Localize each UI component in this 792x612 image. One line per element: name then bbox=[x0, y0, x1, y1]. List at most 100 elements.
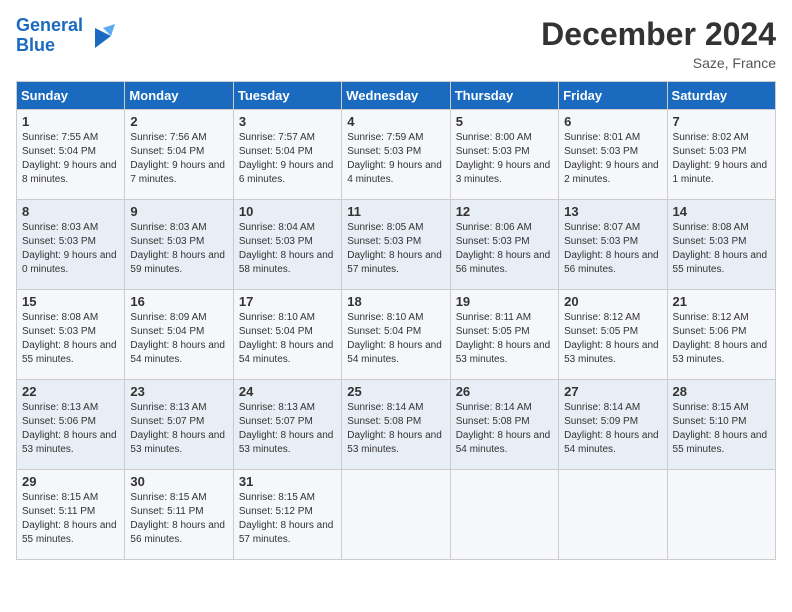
calendar-cell: 2 Sunrise: 7:56 AMSunset: 5:04 PMDaylight… bbox=[125, 110, 233, 200]
calendar-cell: 1Sunrise: 7:55 AMSunset: 5:04 PMDaylight… bbox=[17, 110, 125, 200]
day-info: Sunrise: 8:12 AMSunset: 5:05 PMDaylight:… bbox=[564, 312, 659, 365]
calendar-cell bbox=[342, 470, 450, 560]
day-info: Sunrise: 8:07 AMSunset: 5:03 PMDaylight:… bbox=[564, 222, 659, 275]
day-info: Sunrise: 8:11 AMSunset: 5:05 PMDaylight:… bbox=[456, 312, 551, 365]
page-header: General Blue December 2024 Saze, France bbox=[16, 16, 776, 71]
day-info: Sunrise: 8:13 AMSunset: 5:07 PMDaylight:… bbox=[130, 402, 225, 455]
day-info: Sunrise: 8:12 AMSunset: 5:06 PMDaylight:… bbox=[673, 312, 768, 365]
day-info: Sunrise: 8:06 AMSunset: 5:03 PMDaylight:… bbox=[456, 222, 551, 275]
calendar-cell: 30Sunrise: 8:15 AMSunset: 5:11 PMDayligh… bbox=[125, 470, 233, 560]
day-info: Sunrise: 8:15 AMSunset: 5:12 PMDaylight:… bbox=[239, 492, 334, 545]
day-info: Sunrise: 8:09 AMSunset: 5:04 PMDaylight:… bbox=[130, 312, 225, 365]
day-number: 20 bbox=[564, 294, 661, 309]
col-monday: Monday bbox=[125, 82, 233, 110]
day-info: Sunrise: 8:01 AMSunset: 5:03 PMDaylight:… bbox=[564, 132, 659, 185]
day-number: 23 bbox=[130, 384, 227, 399]
day-number: 24 bbox=[239, 384, 336, 399]
day-number: 28 bbox=[673, 384, 770, 399]
day-info: Sunrise: 8:15 AMSunset: 5:11 PMDaylight:… bbox=[22, 492, 117, 545]
calendar-cell: 20 Sunrise: 8:12 AMSunset: 5:05 PMDayligh… bbox=[559, 290, 667, 380]
day-number: 3 bbox=[239, 114, 336, 129]
day-number: 5 bbox=[456, 114, 553, 129]
calendar-cell: 12 Sunrise: 8:06 AMSunset: 5:03 PMDayligh… bbox=[450, 200, 558, 290]
calendar-cell: 5 Sunrise: 8:00 AMSunset: 5:03 PMDaylight… bbox=[450, 110, 558, 200]
calendar-cell: 19 Sunrise: 8:11 AMSunset: 5:05 PMDayligh… bbox=[450, 290, 558, 380]
location: Saze, France bbox=[541, 55, 776, 71]
day-number: 4 bbox=[347, 114, 444, 129]
day-info: Sunrise: 8:10 AMSunset: 5:04 PMDaylight:… bbox=[347, 312, 442, 365]
calendar-row: 22 Sunrise: 8:13 AMSunset: 5:06 PMDayligh… bbox=[17, 380, 776, 470]
calendar-row: 29 Sunrise: 8:15 AMSunset: 5:11 PMDayligh… bbox=[17, 470, 776, 560]
day-number: 29 bbox=[22, 474, 119, 489]
calendar-cell: 10 Sunrise: 8:04 AMSunset: 5:03 PMDayligh… bbox=[233, 200, 341, 290]
day-info: Sunrise: 8:14 AMSunset: 5:09 PMDaylight:… bbox=[564, 402, 659, 455]
calendar-cell: 28Sunrise: 8:15 AMSunset: 5:10 PMDayligh… bbox=[667, 380, 775, 470]
day-number: 26 bbox=[456, 384, 553, 399]
day-number: 27 bbox=[564, 384, 661, 399]
calendar-cell bbox=[667, 470, 775, 560]
day-number: 8 bbox=[22, 204, 119, 219]
day-number: 15 bbox=[22, 294, 119, 309]
calendar-row: 8 Sunrise: 8:03 AMSunset: 5:03 PMDaylight… bbox=[17, 200, 776, 290]
day-number: 18 bbox=[347, 294, 444, 309]
day-info: Sunrise: 8:05 AMSunset: 5:03 PMDaylight:… bbox=[347, 222, 442, 275]
calendar-cell: 17Sunrise: 8:10 AMSunset: 5:04 PMDayligh… bbox=[233, 290, 341, 380]
calendar-row: 15 Sunrise: 8:08 AMSunset: 5:03 PMDayligh… bbox=[17, 290, 776, 380]
day-info: Sunrise: 7:56 AMSunset: 5:04 PMDaylight:… bbox=[130, 132, 225, 185]
col-thursday: Thursday bbox=[450, 82, 558, 110]
calendar-cell: 15 Sunrise: 8:08 AMSunset: 5:03 PMDayligh… bbox=[17, 290, 125, 380]
day-info: Sunrise: 8:00 AMSunset: 5:03 PMDaylight:… bbox=[456, 132, 551, 185]
day-info: Sunrise: 7:59 AMSunset: 5:03 PMDaylight:… bbox=[347, 132, 442, 185]
day-number: 14 bbox=[673, 204, 770, 219]
col-sunday: Sunday bbox=[17, 82, 125, 110]
day-number: 21 bbox=[673, 294, 770, 309]
title-block: December 2024 Saze, France bbox=[541, 16, 776, 71]
calendar-cell: 25 Sunrise: 8:14 AMSunset: 5:08 PMDayligh… bbox=[342, 380, 450, 470]
header-row: Sunday Monday Tuesday Wednesday Thursday… bbox=[17, 82, 776, 110]
calendar-cell: 8 Sunrise: 8:03 AMSunset: 5:03 PMDaylight… bbox=[17, 200, 125, 290]
calendar-row: 1Sunrise: 7:55 AMSunset: 5:04 PMDaylight… bbox=[17, 110, 776, 200]
day-info: Sunrise: 8:04 AMSunset: 5:03 PMDaylight:… bbox=[239, 222, 334, 275]
calendar-cell: 9Sunrise: 8:03 AMSunset: 5:03 PMDaylight… bbox=[125, 200, 233, 290]
calendar-cell: 3Sunrise: 7:57 AMSunset: 5:04 PMDaylight… bbox=[233, 110, 341, 200]
day-number: 22 bbox=[22, 384, 119, 399]
day-info: Sunrise: 8:14 AMSunset: 5:08 PMDaylight:… bbox=[347, 402, 442, 455]
day-info: Sunrise: 8:14 AMSunset: 5:08 PMDaylight:… bbox=[456, 402, 551, 455]
day-number: 11 bbox=[347, 204, 444, 219]
calendar-cell: 18 Sunrise: 8:10 AMSunset: 5:04 PMDayligh… bbox=[342, 290, 450, 380]
col-saturday: Saturday bbox=[667, 82, 775, 110]
day-number: 19 bbox=[456, 294, 553, 309]
calendar-cell: 23 Sunrise: 8:13 AMSunset: 5:07 PMDayligh… bbox=[125, 380, 233, 470]
col-wednesday: Wednesday bbox=[342, 82, 450, 110]
day-info: Sunrise: 7:55 AMSunset: 5:04 PMDaylight:… bbox=[22, 132, 117, 185]
day-info: Sunrise: 8:15 AMSunset: 5:11 PMDaylight:… bbox=[130, 492, 225, 545]
day-number: 10 bbox=[239, 204, 336, 219]
day-info: Sunrise: 8:08 AMSunset: 5:03 PMDaylight:… bbox=[673, 222, 768, 275]
calendar-cell: 6Sunrise: 8:01 AMSunset: 5:03 PMDaylight… bbox=[559, 110, 667, 200]
day-number: 2 bbox=[130, 114, 227, 129]
calendar-cell: 13 Sunrise: 8:07 AMSunset: 5:03 PMDayligh… bbox=[559, 200, 667, 290]
day-number: 31 bbox=[239, 474, 336, 489]
logo-icon bbox=[87, 20, 119, 52]
calendar-cell: 29 Sunrise: 8:15 AMSunset: 5:11 PMDayligh… bbox=[17, 470, 125, 560]
day-number: 13 bbox=[564, 204, 661, 219]
col-tuesday: Tuesday bbox=[233, 82, 341, 110]
logo-text: General Blue bbox=[16, 16, 83, 56]
calendar-cell: 4 Sunrise: 7:59 AMSunset: 5:03 PMDaylight… bbox=[342, 110, 450, 200]
day-number: 12 bbox=[456, 204, 553, 219]
calendar-cell: 24Sunrise: 8:13 AMSunset: 5:07 PMDayligh… bbox=[233, 380, 341, 470]
day-info: Sunrise: 8:03 AMSunset: 5:03 PMDaylight:… bbox=[22, 222, 117, 275]
calendar-cell bbox=[559, 470, 667, 560]
day-info: Sunrise: 8:08 AMSunset: 5:03 PMDaylight:… bbox=[22, 312, 117, 365]
day-info: Sunrise: 8:13 AMSunset: 5:06 PMDaylight:… bbox=[22, 402, 117, 455]
calendar-body: 1Sunrise: 7:55 AMSunset: 5:04 PMDaylight… bbox=[17, 110, 776, 560]
day-info: Sunrise: 8:10 AMSunset: 5:04 PMDaylight:… bbox=[239, 312, 334, 365]
logo-general: General bbox=[16, 15, 83, 35]
calendar-cell: 7Sunrise: 8:02 AMSunset: 5:03 PMDaylight… bbox=[667, 110, 775, 200]
calendar-cell: 16Sunrise: 8:09 AMSunset: 5:04 PMDayligh… bbox=[125, 290, 233, 380]
day-number: 7 bbox=[673, 114, 770, 129]
logo-blue: Blue bbox=[16, 35, 55, 55]
calendar-cell: 31 Sunrise: 8:15 AMSunset: 5:12 PMDayligh… bbox=[233, 470, 341, 560]
day-number: 25 bbox=[347, 384, 444, 399]
calendar-table: Sunday Monday Tuesday Wednesday Thursday… bbox=[16, 81, 776, 560]
